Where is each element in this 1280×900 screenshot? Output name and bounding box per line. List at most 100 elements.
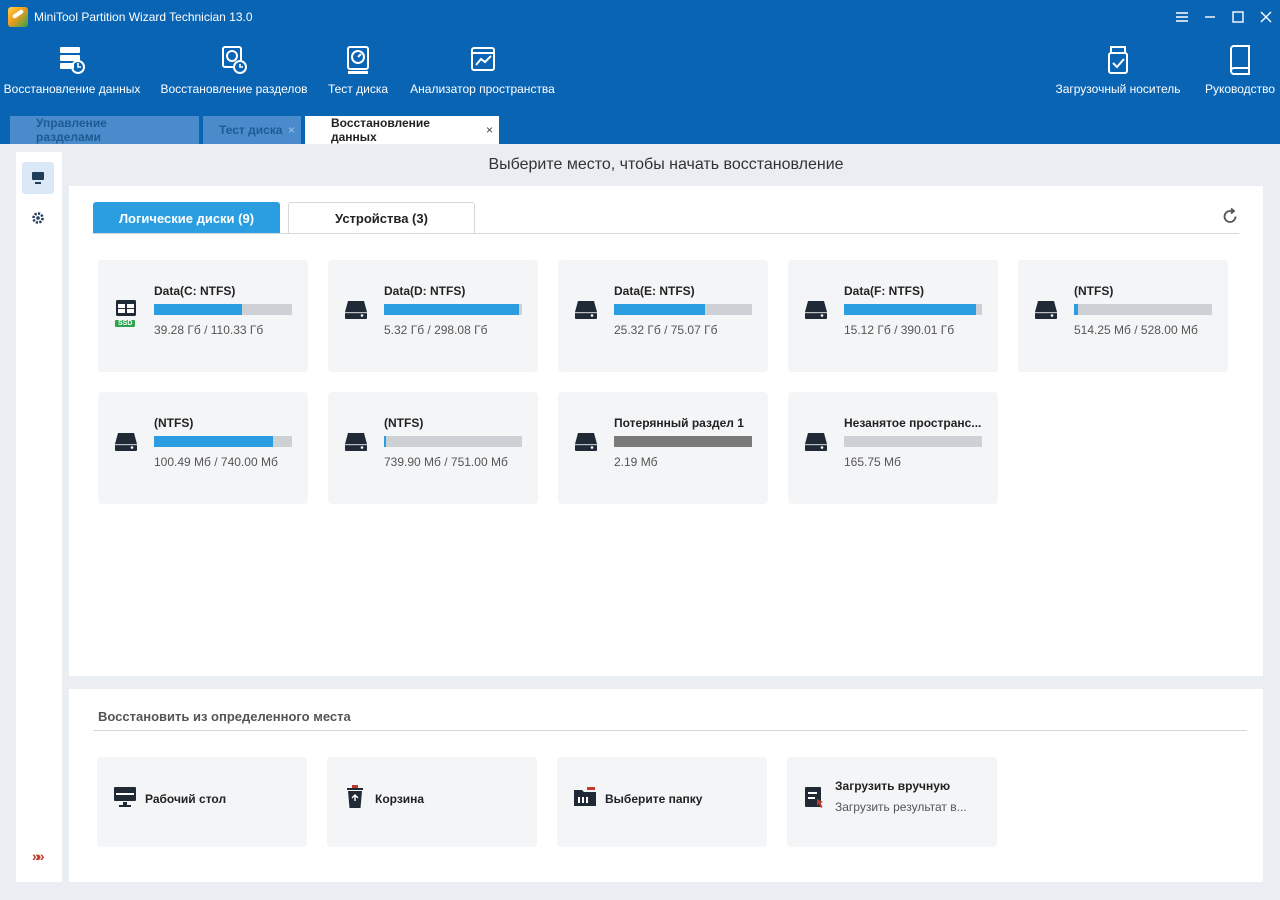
location-label: Выберите папку xyxy=(605,792,703,806)
data-recovery-icon xyxy=(58,44,86,76)
manual-icon xyxy=(1226,44,1254,76)
desktop-icon xyxy=(113,785,137,809)
location-select-folder[interactable]: Выберите папку xyxy=(557,757,767,847)
main-toolbar: Восстановление данных Восстановление раз… xyxy=(0,44,1280,104)
tab-label: Тест диска xyxy=(219,123,283,137)
folder-icon xyxy=(573,785,597,809)
menu-icon[interactable] xyxy=(1168,0,1196,34)
usage-bar-fill xyxy=(384,436,387,447)
tab-label: Восстановление данных xyxy=(331,116,430,144)
drive-card[interactable]: Data(F: NTFS) 15.12 Гб / 390.01 Гб xyxy=(788,260,998,372)
tab-partition-management[interactable]: Управление разделами xyxy=(10,116,199,144)
tab-data-recovery[interactable]: Восстановление данных × xyxy=(305,116,499,144)
drive-size: 100.49 Мб / 740.00 Мб xyxy=(154,455,278,469)
usage-bar xyxy=(844,304,982,315)
tab-logical-drives[interactable]: Логические диски (9) xyxy=(93,202,280,234)
drive-card[interactable]: Data(D: NTFS) 5.32 Гб / 298.08 Гб xyxy=(328,260,538,372)
drive-card[interactable]: Потерянный раздел 1 2.19 Мб xyxy=(558,392,768,504)
drive-size: 5.32 Гб / 298.08 Гб xyxy=(384,323,488,337)
location-label: Загрузить вручную xyxy=(835,779,951,793)
toolbar-space-analyzer[interactable]: Анализатор пространства xyxy=(410,44,555,96)
maximize-icon[interactable] xyxy=(1224,0,1252,34)
drive-size: 25.32 Гб / 75.07 Гб xyxy=(614,323,718,337)
main-content: »» Выберите место, чтобы начать восстано… xyxy=(0,144,1280,900)
hard-drive-icon xyxy=(1034,298,1058,328)
tab-close-icon[interactable]: × xyxy=(486,123,493,137)
drive-name: Data(E: NTFS) xyxy=(614,284,695,298)
usage-bar-fill xyxy=(154,436,273,447)
toolbar-manual[interactable]: Руководство xyxy=(1205,44,1275,96)
tab-devices[interactable]: Устройства (3) xyxy=(288,202,475,234)
partition-recovery-icon xyxy=(220,44,248,76)
hard-drive-icon xyxy=(344,430,368,460)
tab-close-icon[interactable]: × xyxy=(288,123,295,137)
location-sublabel: Загрузить результат в... xyxy=(835,800,967,814)
usage-bar xyxy=(614,304,752,315)
app-logo-icon xyxy=(8,7,28,27)
drive-name: (NTFS) xyxy=(384,416,424,430)
toolbar-label: Руководство xyxy=(1204,82,1276,96)
toolbar-disk-benchmark[interactable]: Тест диска xyxy=(328,44,388,96)
drive-card[interactable]: SSD Data(C: NTFS) 39.28 Гб / 110.33 Гб xyxy=(98,260,308,372)
bootable-media-icon xyxy=(1104,44,1132,76)
usage-bar xyxy=(154,436,292,447)
recover-from-title: Восстановить из определенного места xyxy=(98,709,351,724)
drive-size: 514.25 Мб / 528.00 Мб xyxy=(1074,323,1198,337)
hard-drive-icon xyxy=(804,298,828,328)
refresh-icon[interactable] xyxy=(1221,207,1239,226)
monitor-icon xyxy=(32,172,44,184)
recover-from-divider xyxy=(93,730,1247,731)
drive-card[interactable]: (NTFS) 100.49 Мб / 740.00 Мб xyxy=(98,392,308,504)
location-load-manually[interactable]: Загрузить вручную Загрузить результат в.… xyxy=(787,757,997,847)
drive-card[interactable]: (NTFS) 739.90 Мб / 751.00 Мб xyxy=(328,392,538,504)
hard-drive-icon xyxy=(114,430,138,460)
usage-bar-fill xyxy=(614,436,752,447)
usage-bar xyxy=(384,304,522,315)
usage-bar xyxy=(384,436,522,447)
window-controls xyxy=(1168,0,1280,34)
tab-disk-benchmark[interactable]: Тест диска × xyxy=(203,116,301,144)
close-icon[interactable] xyxy=(1252,0,1280,34)
hard-drive-icon xyxy=(344,298,368,328)
recover-from-panel: Восстановить из определенного места Рабо… xyxy=(69,689,1263,882)
toolbar-partition-recovery[interactable]: Восстановление разделов xyxy=(160,44,308,96)
drive-name: Потерянный раздел 1 xyxy=(614,416,744,430)
usage-bar-fill xyxy=(844,304,977,315)
location-recycle-bin[interactable]: Корзина xyxy=(327,757,537,847)
tab-strip: Управление разделами Тест диска × Восста… xyxy=(10,116,503,144)
drive-name: Data(C: NTFS) xyxy=(154,284,236,298)
drive-card[interactable]: Data(E: NTFS) 25.32 Гб / 75.07 Гб xyxy=(558,260,768,372)
title-bar: MiniTool Partition Wizard Technician 13.… xyxy=(0,0,1280,34)
location-desktop[interactable]: Рабочий стол xyxy=(97,757,307,847)
page-heading: Выберите место, чтобы начать восстановле… xyxy=(488,156,844,173)
usage-bar-fill xyxy=(154,304,243,315)
minimize-icon[interactable] xyxy=(1196,0,1224,34)
expand-chevron-icon[interactable]: »» xyxy=(32,848,44,864)
drive-size: 739.90 Мб / 751.00 Мб xyxy=(384,455,508,469)
left-rail: »» xyxy=(16,152,62,882)
usage-bar-fill xyxy=(384,304,520,315)
tab-label: Управление разделами xyxy=(36,116,107,144)
toolbar-bootable-media[interactable]: Загрузочный носитель xyxy=(1054,44,1182,96)
rail-settings-button[interactable] xyxy=(22,202,54,234)
recycle-bin-icon xyxy=(343,785,367,809)
drive-card[interactable]: (NTFS) 514.25 Мб / 528.00 Мб xyxy=(1018,260,1228,372)
drive-name: (NTFS) xyxy=(1074,284,1114,298)
usage-bar-fill xyxy=(1074,304,1079,315)
rail-recovery-location-button[interactable] xyxy=(22,162,54,194)
drive-panel: Логические диски (9) Устройства (3) SSD D… xyxy=(69,186,1263,676)
toolbar-label: Восстановление данных xyxy=(3,82,141,96)
drive-card[interactable]: Незанятое пространс... 165.75 Мб xyxy=(788,392,998,504)
ssd-badge: SSD xyxy=(115,320,136,327)
drive-name: Data(F: NTFS) xyxy=(844,284,924,298)
usage-bar xyxy=(1074,304,1212,315)
usage-bar xyxy=(154,304,292,315)
drive-size: 2.19 Мб xyxy=(614,455,658,469)
toolbar-data-recovery[interactable]: Восстановление данных xyxy=(3,44,141,96)
disk-benchmark-icon xyxy=(344,44,372,76)
usage-bar-fill xyxy=(614,304,706,315)
hard-drive-icon xyxy=(574,298,598,328)
toolbar-label: Загрузочный носитель xyxy=(1055,82,1181,96)
hard-drive-icon xyxy=(804,430,828,460)
usage-bar xyxy=(614,436,752,447)
